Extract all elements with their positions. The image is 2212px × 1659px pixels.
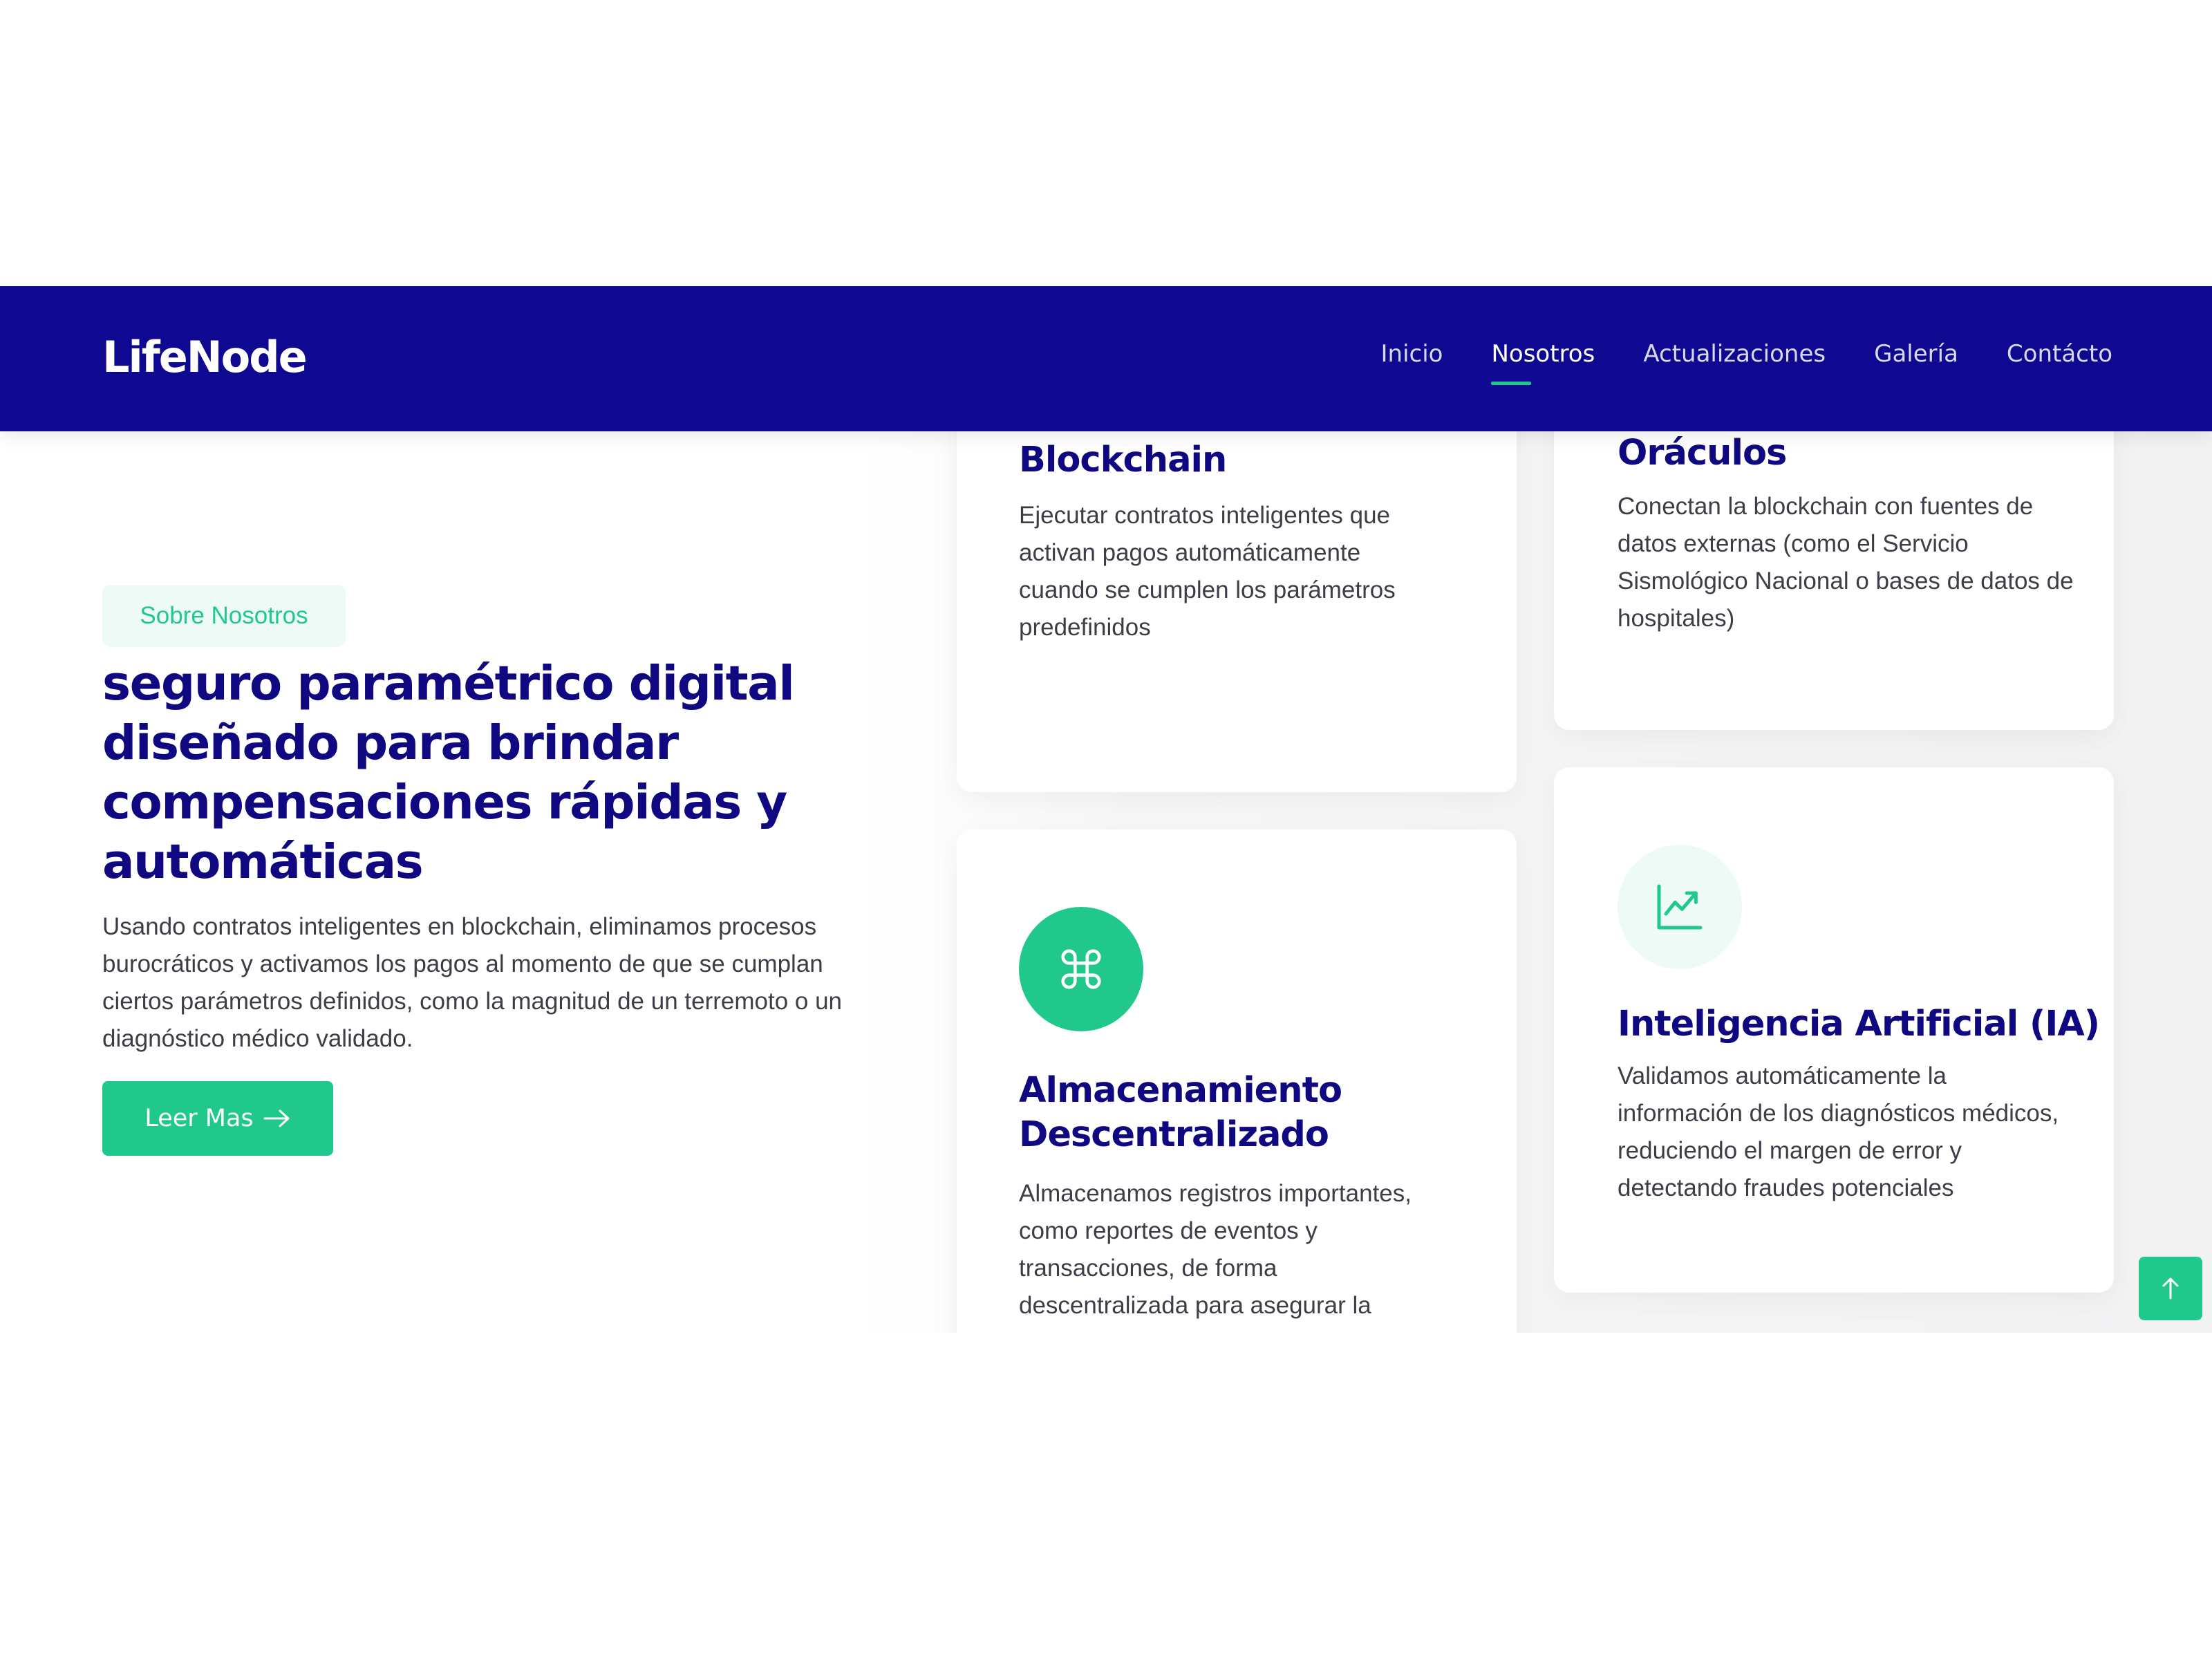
card-ai: Inteligencia Artificial (IA) Validamos a… — [1554, 767, 2114, 1293]
arrow-up-icon — [2162, 1277, 2179, 1300]
back-to-top-button[interactable] — [2139, 1257, 2202, 1320]
navbar: LifeNode Inicio Nosotros Actualizaciones… — [0, 286, 2212, 431]
trending-up-icon — [1618, 845, 1742, 969]
card-text: Conectan la blockchain con fuentes de da… — [1618, 493, 2074, 632]
arrow-right-icon — [263, 1109, 290, 1127]
card-title: Blockchain — [1019, 440, 1227, 480]
nav-item-nosotros[interactable]: Nosotros — [1491, 340, 1595, 385]
section-badge: Sobre Nosotros — [102, 585, 346, 647]
read-more-label: Leer Mas — [144, 1105, 254, 1132]
nav-item-inicio[interactable]: Inicio — [1381, 340, 1443, 368]
nav-item-galeria[interactable]: Galería — [1874, 340, 1958, 368]
brand-logo[interactable]: LifeNode — [102, 332, 308, 382]
nav-menu: Inicio Nosotros Actualizaciones Galería … — [1381, 340, 2112, 385]
nav-item-contacto[interactable]: Contácto — [2007, 340, 2112, 368]
command-icon — [1019, 907, 1143, 1031]
card-text: Ejecutar contratos inteligentes que acti… — [1019, 502, 1396, 641]
about-description: Usando contratos inteligentes en blockch… — [102, 913, 843, 1052]
about-title: seguro paramétrico digital diseñado para… — [102, 656, 795, 890]
card-text: Validamos automáticamente la información… — [1618, 1062, 2059, 1201]
card-title: Inteligencia Artificial (IA) — [1618, 1004, 2100, 1044]
nav-item-actualizaciones[interactable]: Actualizaciones — [1643, 340, 1826, 368]
card-text: Almacenamos registros importantes, como … — [1019, 1180, 1412, 1333]
card-storage: Almacenamiento Descentralizado Almacenam… — [957, 830, 1517, 1333]
card-title: Oráculos — [1618, 433, 1787, 474]
page-viewport: Sobre Nosotros seguro paramétrico digita… — [0, 286, 2212, 1333]
read-more-button[interactable]: Leer Mas — [102, 1081, 333, 1156]
card-title: Almacenamiento Descentralizado — [1019, 1070, 1342, 1155]
